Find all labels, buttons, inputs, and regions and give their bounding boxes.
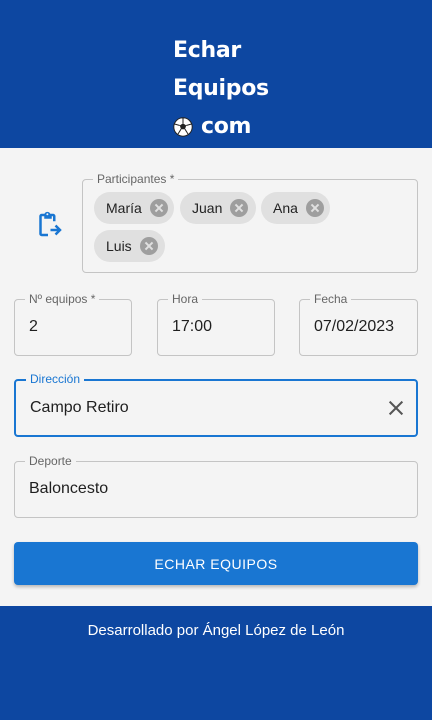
brand-line-3-text: com <box>201 114 252 139</box>
address-field[interactable]: Dirección Campo Retiro <box>14 372 418 437</box>
participant-chip-label: Juan <box>192 200 223 216</box>
remove-chip-icon[interactable] <box>305 199 324 217</box>
num-teams-field[interactable]: Nº equipos * 2 <box>14 292 132 356</box>
footer-credit: Desarrollado por Ángel López de León <box>87 622 345 639</box>
time-value: 17:00 <box>172 318 213 335</box>
date-label: Fecha <box>310 292 352 306</box>
num-teams-label: Nº equipos * <box>25 292 100 306</box>
app-footer: Desarrollado por Ángel López de León <box>0 606 432 720</box>
remove-chip-icon[interactable] <box>149 199 168 217</box>
participant-chip[interactable]: María <box>94 192 174 224</box>
brand-line-2: Equipos <box>173 76 269 101</box>
date-value: 07/02/2023 <box>314 318 395 335</box>
sport-label: Deporte <box>25 454 76 468</box>
clear-address-icon[interactable] <box>388 400 404 416</box>
participants-label: Participantes * <box>93 172 179 186</box>
remove-chip-icon[interactable] <box>139 237 158 255</box>
time-field[interactable]: Hora 17:00 <box>157 292 275 356</box>
clipboard-arrow-icon[interactable] <box>33 210 63 240</box>
brand-logo[interactable]: Echar Equipos com <box>173 32 269 146</box>
date-field[interactable]: Fecha 07/02/2023 <box>299 292 418 356</box>
num-teams-value: 2 <box>29 318 38 335</box>
participant-chip-label: Luis <box>106 238 132 254</box>
echar-equipos-button[interactable]: ECHAR EQUIPOS <box>14 542 418 585</box>
participant-chip[interactable]: Juan <box>180 192 256 224</box>
sport-field[interactable]: Deporte Baloncesto <box>14 454 418 518</box>
address-value: Campo Retiro <box>30 399 129 416</box>
participant-chip-label: Ana <box>273 200 298 216</box>
time-label: Hora <box>168 292 203 306</box>
participants-field[interactable]: Participantes * María Juan Ana Luis <box>82 172 418 273</box>
soccer-ball-icon <box>173 117 193 137</box>
remove-chip-icon[interactable] <box>230 199 249 217</box>
participant-chip-label: María <box>106 200 142 216</box>
brand-line-3: com <box>173 108 269 146</box>
brand-line-1: Echar <box>173 38 241 63</box>
sport-value: Baloncesto <box>29 480 109 497</box>
app-header: Echar Equipos com <box>0 0 432 148</box>
participant-chip[interactable]: Luis <box>94 230 165 262</box>
participant-chip[interactable]: Ana <box>261 192 330 224</box>
address-label: Dirección <box>26 372 85 386</box>
